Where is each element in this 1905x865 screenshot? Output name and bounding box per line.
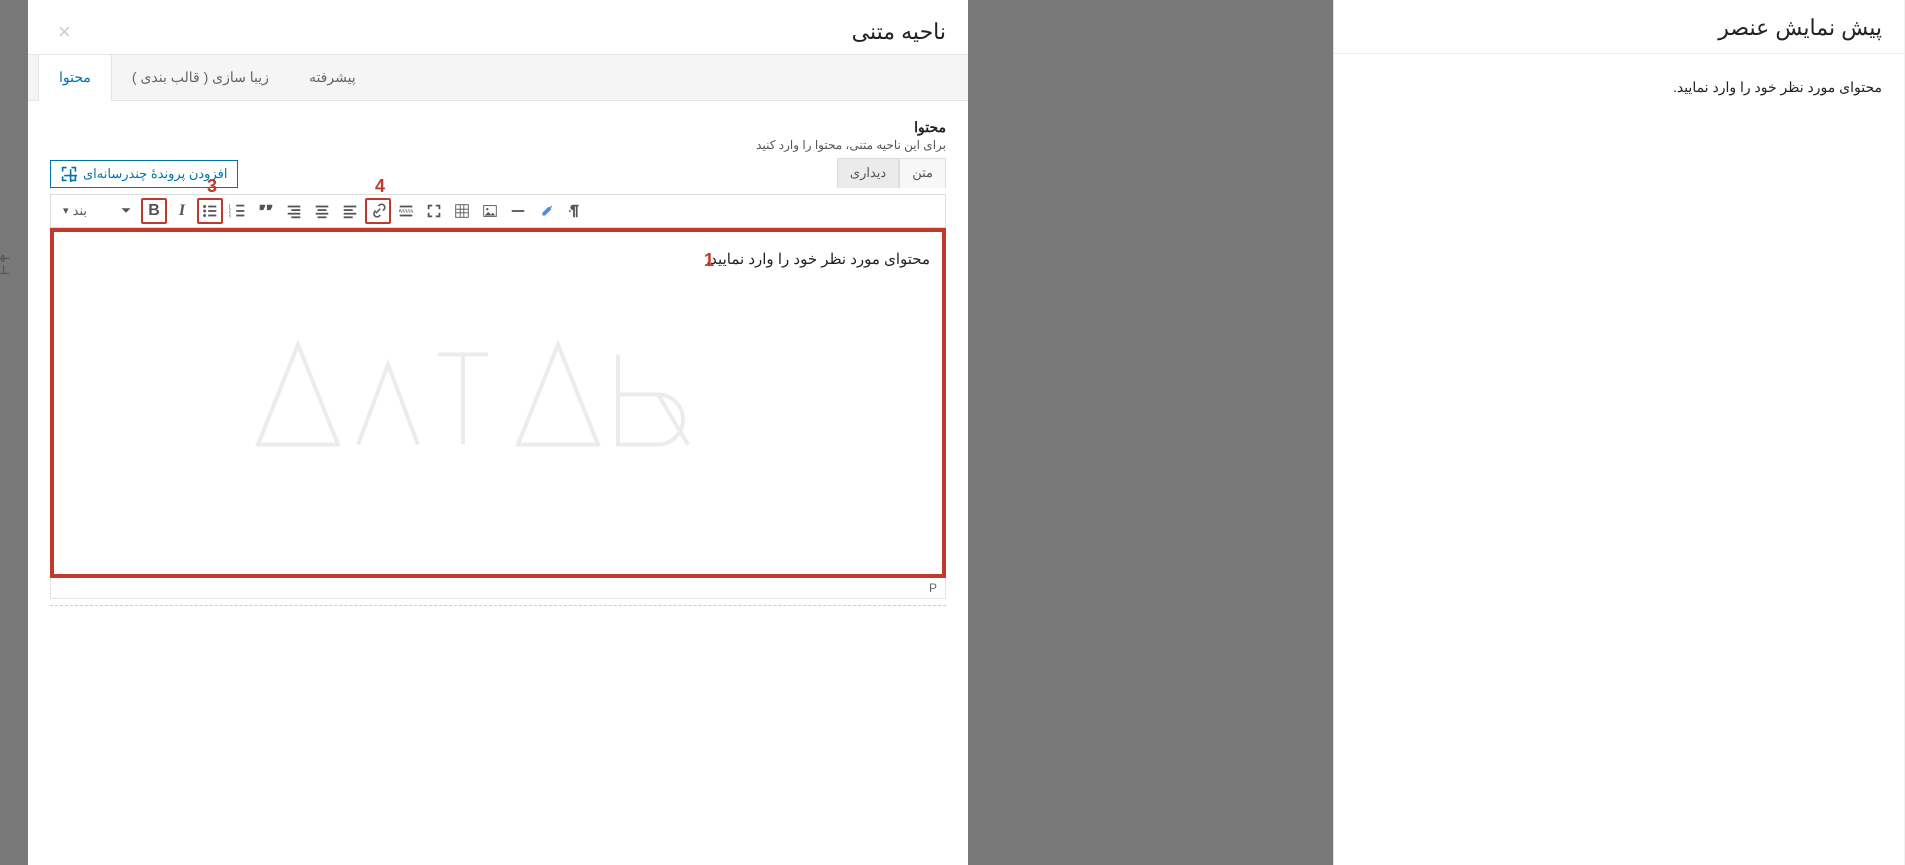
content-editor[interactable]: محتوای مورد نظر خود را وارد نمایید. 1 (51, 228, 947, 578)
editor-wrapper: بند B 2 I 3 123 4 (51, 194, 947, 599)
section-title: محتوا (51, 119, 947, 136)
fullscreen-icon (426, 202, 444, 220)
close-button[interactable]: × (51, 15, 80, 49)
align-center-icon (314, 202, 332, 220)
editor-tab-text[interactable]: متن (900, 158, 947, 188)
tab-content[interactable]: محتوا (39, 55, 113, 101)
bullet-list-icon (202, 202, 220, 220)
toolbar-paragraph-button[interactable] (562, 198, 588, 224)
preview-title: پیش نمایش عنصر (1335, 0, 1905, 54)
format-dropdown[interactable]: بند (58, 201, 112, 221)
toolbar-link-button[interactable]: 4 (366, 198, 392, 224)
bg-frag-6: ـلشـ (0, 263, 10, 277)
toolbar-align-center-button[interactable] (310, 198, 336, 224)
svg-text:3: 3 (230, 213, 232, 219)
media-icon (62, 166, 78, 182)
align-left-icon (342, 202, 360, 220)
editor-content-text: محتوای مورد نظر خود را وارد نمایید. (707, 251, 931, 268)
modal-body: محتوا برای این ناحیه متنی، محتوا را وارد… (29, 101, 969, 624)
watermark (239, 315, 759, 492)
preview-pane: پیش نمایش عنصر محتوای مورد نظر خود را وا… (1334, 0, 1905, 865)
table-icon (454, 202, 472, 220)
quote-icon (258, 202, 276, 220)
section-description: برای این ناحیه متنی، محتوا را وارد کنید (51, 138, 947, 152)
chevron-down-icon (118, 202, 136, 220)
italic-icon: I (180, 202, 186, 220)
text-area-modal: ناحیه متنی × محتوا زیبا سازی ( قالب بندی… (29, 0, 969, 865)
toolbar-italic-button[interactable]: I (170, 198, 196, 224)
hr-icon (510, 202, 528, 220)
annotation-1: 1 (705, 250, 715, 271)
link-icon (370, 202, 388, 220)
editor-toolbar: بند B 2 I 3 123 4 (51, 194, 947, 228)
add-media-label: افزودن پروندهٔ چندرسانه‌ای (84, 166, 228, 182)
toolbar-image-button[interactable] (478, 198, 504, 224)
numbered-list-icon: 123 (230, 202, 248, 220)
align-right-icon (286, 202, 304, 220)
toolbar-fullscreen-button[interactable] (422, 198, 448, 224)
toolbar-grid-button[interactable] (450, 198, 476, 224)
toolbar-blockquote-button[interactable] (254, 198, 280, 224)
eyedropper-icon (538, 202, 556, 220)
modal-header: ناحیه متنی × (29, 0, 969, 54)
insert-more-icon (398, 202, 416, 220)
editor-tab-visual[interactable]: دیداری (838, 158, 900, 188)
section-divider (51, 605, 947, 606)
toolbar-bold-button[interactable]: B 2 (142, 198, 168, 224)
toolbar-eyedropper-button[interactable] (534, 198, 560, 224)
tab-advanced[interactable]: پیشرفته (290, 55, 377, 100)
toolbar-hr-button[interactable] (506, 198, 532, 224)
toolbar-numbered-list-button[interactable]: 123 (226, 198, 252, 224)
toolbar-readmore-button[interactable] (394, 198, 420, 224)
pilcrow-icon (566, 202, 584, 220)
toolbar-align-right-button[interactable] (282, 198, 308, 224)
tab-styling[interactable]: زیبا سازی ( قالب بندی ) (113, 55, 290, 100)
editor-mode-tabs: متن دیداری (838, 158, 947, 188)
annotation-4: 4 (376, 176, 386, 197)
bold-icon: B (149, 202, 161, 220)
toolbar-align-left-button[interactable] (338, 198, 364, 224)
image-icon (482, 202, 500, 220)
toolbar-bullet-list-button[interactable]: 3 (198, 198, 224, 224)
editor-status-bar: P (51, 578, 947, 599)
annotation-3: 3 (208, 176, 218, 197)
preview-body: محتوای مورد نظر خود را وارد نمایید. (1335, 54, 1905, 121)
toolbar-kitchensink-button[interactable] (114, 198, 140, 224)
modal-tabs: محتوا زیبا سازی ( قالب بندی ) پیشرفته (29, 54, 969, 101)
modal-title: ناحیه متنی (80, 19, 947, 45)
bg-frag-5: ـهبو (0, 248, 10, 262)
